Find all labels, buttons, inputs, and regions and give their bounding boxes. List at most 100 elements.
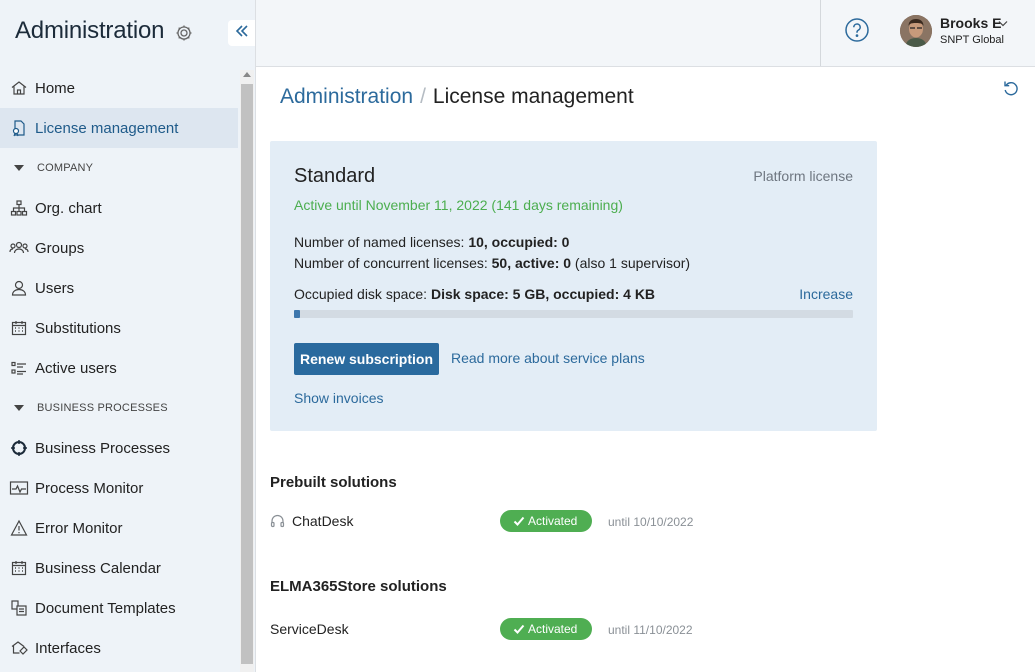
named-licenses-label: Number of named licenses: <box>294 234 469 250</box>
sidebar-item-interfaces[interactable]: Interfaces <box>0 628 238 668</box>
main-content: Administration / License management Stan… <box>256 67 1035 672</box>
renew-subscription-button[interactable]: Renew subscription <box>294 343 439 375</box>
solution-name: ChatDesk <box>270 513 353 529</box>
monitor-icon <box>9 478 29 498</box>
headset-icon <box>270 514 285 529</box>
read-more-service-plans-link[interactable]: Read more about service plans <box>451 350 645 366</box>
user-menu[interactable]: Brooks E SNPT Global <box>900 14 1035 50</box>
sidebar-header: Administration <box>0 0 255 66</box>
sidebar-item-substitutions[interactable]: Substitutions <box>0 308 238 348</box>
solution-row-chatdesk[interactable]: ChatDesk Activated until 10/10/2022 <box>270 510 770 534</box>
user-organization: SNPT Global <box>940 34 1004 46</box>
sidebar-item-label: Interfaces <box>35 639 101 657</box>
license-plan-name: Standard <box>294 165 376 187</box>
sidebar-item-error-monitor[interactable]: Error Monitor <box>0 508 238 548</box>
org-chart-icon <box>9 198 29 218</box>
license-active-status: Active until November 11, 2022 (141 days… <box>294 197 623 213</box>
double-chevron-left-icon <box>234 23 250 44</box>
sidebar-item-label: License management <box>35 119 179 137</box>
process-icon <box>9 438 29 458</box>
calendar-icon <box>9 558 29 578</box>
status-badge: Activated <box>500 618 592 640</box>
solution-name-label: ChatDesk <box>292 513 354 529</box>
solution-expiry: until 11/10/2022 <box>608 623 693 637</box>
sidebar-section-label: BUSINESS PROCESSES <box>37 402 168 414</box>
sidebar-section-label: COMPANY <box>37 162 94 174</box>
breadcrumb-link-administration[interactable]: Administration <box>280 85 413 109</box>
sidebar-item-business-calendar[interactable]: Business Calendar <box>0 548 238 588</box>
disk-usage-progress-bar <box>294 310 853 318</box>
license-type: Platform license <box>753 168 853 184</box>
sidebar-item-label: Business Processes <box>35 439 171 457</box>
sidebar-title: Administration <box>15 17 165 44</box>
home-icon <box>9 78 29 98</box>
sidebar-item-label: Home <box>35 79 76 97</box>
sidebar-item-label: Process Monitor <box>35 479 144 497</box>
sidebar-nav: Home License management COMPANY Org. cha… <box>0 68 238 668</box>
solution-expiry: until 10/10/2022 <box>608 515 694 529</box>
scrollbar-thumb[interactable] <box>241 84 253 664</box>
sidebar-item-label: Users <box>35 279 75 297</box>
groups-icon <box>9 238 29 258</box>
named-licenses-info: Number of named licenses: 10, occupied: … <box>294 234 569 250</box>
caret-down-icon <box>14 165 24 171</box>
user-icon <box>9 278 29 298</box>
solution-row-servicedesk[interactable]: ServiceDesk Activated until 11/10/2022 <box>270 618 770 642</box>
status-badge: Activated <box>500 510 592 532</box>
sidebar-section-company[interactable]: COMPANY <box>0 148 238 188</box>
collapse-sidebar-button[interactable] <box>228 20 255 46</box>
license-icon <box>9 118 29 138</box>
sidebar-item-groups[interactable]: Groups <box>0 228 238 268</box>
sidebar-item-label: Business Calendar <box>35 559 161 577</box>
interfaces-icon <box>9 638 29 658</box>
sidebar-item-business-processes[interactable]: Business Processes <box>0 428 238 468</box>
status-badge-label: Activated <box>528 622 578 636</box>
sidebar-item-process-monitor[interactable]: Process Monitor <box>0 468 238 508</box>
sidebar-section-business-processes[interactable]: BUSINESS PROCESSES <box>0 388 238 428</box>
sidebar-scrollbar[interactable] <box>240 70 254 672</box>
breadcrumb: Administration / License management <box>280 85 634 109</box>
sidebar-item-label: Org. chart <box>35 199 102 217</box>
sidebar-item-license-management[interactable]: License management <box>0 108 238 148</box>
page-title: License management <box>432 85 634 108</box>
named-licenses-value: 10, occupied: 0 <box>468 234 570 250</box>
scroll-up-arrow-icon[interactable] <box>243 72 251 77</box>
sidebar-item-label: Document Templates <box>35 599 176 617</box>
sidebar-item-org-chart[interactable]: Org. chart <box>0 188 238 228</box>
help-icon[interactable] <box>845 18 869 42</box>
sidebar-item-label: Error Monitor <box>35 519 123 537</box>
disk-space-value: Disk space: 5 GB, occupied: 4 KB <box>430 286 656 302</box>
concurrent-licenses-note: (also 1 supervisor) <box>571 255 691 271</box>
warning-icon <box>9 518 29 538</box>
top-bar: Brooks E SNPT Global <box>256 0 1035 67</box>
concurrent-licenses-info: Number of concurrent licenses: 50, activ… <box>294 255 690 271</box>
concurrent-licenses-value: 50, active: 0 <box>491 255 572 271</box>
sidebar: Administration Home License management C… <box>0 0 256 672</box>
gear-icon[interactable] <box>174 23 194 43</box>
concurrent-licenses-label: Number of concurrent licenses: <box>294 255 492 271</box>
prebuilt-solutions-title: Prebuilt solutions <box>270 474 397 491</box>
sidebar-item-label: Substitutions <box>35 319 121 337</box>
sidebar-item-active-users[interactable]: Active users <box>0 348 238 388</box>
status-badge-label: Activated <box>528 514 578 528</box>
disk-space-label: Occupied disk space: <box>294 286 431 302</box>
disk-space-info: Occupied disk space: Disk space: 5 GB, o… <box>294 286 655 302</box>
refresh-icon[interactable] <box>1002 79 1020 97</box>
sidebar-item-users[interactable]: Users <box>0 268 238 308</box>
solution-name: ServiceDesk <box>270 621 349 637</box>
show-invoices-link[interactable]: Show invoices <box>294 390 384 406</box>
document-template-icon <box>9 598 29 618</box>
user-name: Brooks E <box>940 15 1002 31</box>
store-solutions-title: ELMA365Store solutions <box>270 578 447 595</box>
solution-name-label: ServiceDesk <box>270 621 349 637</box>
increase-disk-link[interactable]: Increase <box>799 286 853 302</box>
avatar <box>900 15 932 47</box>
chevron-down-icon <box>997 16 1009 28</box>
checkmark-icon <box>513 515 525 527</box>
breadcrumb-separator: / <box>420 85 426 108</box>
sidebar-item-document-templates[interactable]: Document Templates <box>0 588 238 628</box>
sidebar-item-home[interactable]: Home <box>0 68 238 108</box>
sidebar-item-label: Active users <box>35 359 117 377</box>
top-bar-divider <box>820 0 821 66</box>
disk-usage-progress-fill <box>294 310 300 318</box>
